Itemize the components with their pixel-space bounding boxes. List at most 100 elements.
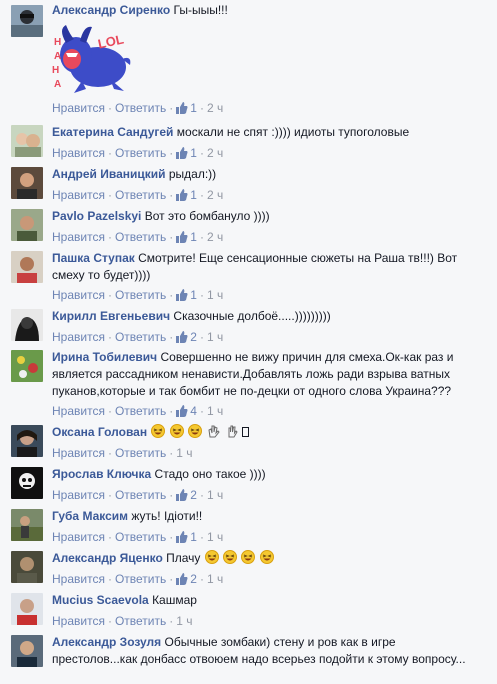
comment-time[interactable]: 1 ч — [207, 288, 223, 302]
laughing-emoji-icon — [188, 424, 203, 438]
comment-time[interactable]: 1 ч — [207, 530, 223, 544]
reply-link[interactable]: Ответить — [115, 146, 166, 160]
like-link[interactable]: Нравится — [52, 188, 105, 202]
avatar[interactable] — [11, 167, 43, 199]
comment-time[interactable]: 1 ч — [207, 330, 223, 344]
comment-time[interactable]: 1 ч — [207, 488, 223, 502]
avatar[interactable] — [11, 125, 43, 157]
like-link[interactable]: Нравится — [52, 230, 105, 244]
thumbs-up-icon[interactable] — [176, 147, 188, 159]
like-link[interactable]: Нравится — [52, 330, 105, 344]
like-link[interactable]: Нравится — [52, 404, 105, 418]
thumbs-up-icon[interactable] — [176, 289, 188, 301]
thumbs-up-icon[interactable] — [176, 102, 188, 114]
reply-link[interactable]: Ответить — [115, 101, 166, 115]
comment-author[interactable]: Mucius Scaevola — [52, 593, 149, 607]
comment-author[interactable]: Оксана Голован — [52, 425, 147, 439]
avatar[interactable] — [11, 251, 43, 283]
avatar[interactable] — [11, 209, 43, 241]
reply-link[interactable]: Ответить — [115, 530, 166, 544]
thumbs-up-icon[interactable] — [176, 573, 188, 585]
like-count[interactable]: 2 — [190, 330, 197, 344]
like-link[interactable]: Нравится — [52, 530, 105, 544]
like-count[interactable]: 2 — [190, 572, 197, 586]
svg-text:H: H — [52, 65, 59, 76]
like-count[interactable]: 2 — [190, 488, 197, 502]
like-link[interactable]: Нравится — [52, 488, 105, 502]
comment-time[interactable]: 2 ч — [207, 188, 223, 202]
lol-sticker: H A H A LOL — [52, 19, 134, 97]
like-link[interactable]: Нравится — [52, 101, 105, 115]
reply-link[interactable]: Ответить — [115, 288, 166, 302]
like-link[interactable]: Нравится — [52, 614, 105, 628]
like-count[interactable]: 1 — [190, 230, 197, 244]
reply-link[interactable]: Ответить — [115, 572, 166, 586]
comment-text: жуть! Ідіоти!! — [131, 509, 203, 523]
reply-link[interactable]: Ответить — [115, 404, 166, 418]
svg-text:A: A — [54, 79, 61, 90]
thumbs-up-icon[interactable] — [176, 331, 188, 343]
comment-author[interactable]: Андрей Иваницкий — [52, 167, 166, 181]
reply-link[interactable]: Ответить — [115, 188, 166, 202]
reply-link[interactable]: Ответить — [115, 614, 166, 628]
like-link[interactable]: Нравится — [52, 288, 105, 302]
comment-author[interactable]: Pavlo Pazelskyi — [52, 209, 141, 223]
like-link[interactable]: Нравится — [52, 572, 105, 586]
raised-hand-icon — [228, 425, 238, 438]
comment-actions: Нравится · Ответить · 1 · 1 ч — [52, 288, 224, 302]
like-link[interactable]: Нравится — [52, 146, 105, 160]
reply-link[interactable]: Ответить — [115, 446, 166, 460]
comment-actions: Нравится · Ответить · 1 ч — [52, 446, 193, 460]
svg-text:A: A — [54, 51, 61, 62]
comment-time[interactable]: 2 ч — [207, 101, 223, 115]
reply-link[interactable]: Ответить — [115, 230, 166, 244]
avatar[interactable] — [11, 350, 43, 382]
comment-time[interactable]: 1 ч — [176, 446, 192, 460]
comment-actions: Нравится · Ответить · 1 · 2 ч — [52, 146, 224, 160]
comment-author[interactable]: Кирилл Евгеньевич — [52, 309, 170, 323]
comment-author[interactable]: Ирина Тобилевич — [52, 350, 157, 364]
laughing-emoji-icon — [223, 550, 238, 564]
avatar[interactable] — [11, 635, 43, 667]
laughing-emoji-icon — [241, 550, 256, 564]
comment-time[interactable]: 2 ч — [207, 146, 223, 160]
avatar[interactable] — [11, 425, 43, 457]
comment-time[interactable]: 1 ч — [207, 404, 223, 418]
comment-actions: Нравится · Ответить · 2 · 1 ч — [52, 330, 224, 344]
avatar[interactable] — [11, 5, 43, 37]
comment-author[interactable]: Губа Максим — [52, 509, 128, 523]
comment-author[interactable]: Александр Яценко — [52, 551, 163, 565]
comment-time[interactable]: 1 ч — [176, 614, 192, 628]
comment-author[interactable]: Екатерина Сандугей — [52, 125, 173, 139]
comment-text: Сказочные долбоё.....))))))))) — [173, 309, 331, 323]
thumbs-up-icon[interactable] — [176, 189, 188, 201]
thumbs-up-icon[interactable] — [176, 405, 188, 417]
avatar[interactable] — [11, 551, 43, 583]
like-count[interactable]: 1 — [190, 188, 197, 202]
thumbs-up-icon[interactable] — [176, 489, 188, 501]
comment-author[interactable]: Пашка Ступак — [52, 251, 135, 265]
avatar[interactable] — [11, 593, 43, 625]
thumbs-up-icon[interactable] — [176, 231, 188, 243]
avatar[interactable] — [11, 467, 43, 499]
thumbs-up-icon[interactable] — [176, 531, 188, 543]
svg-text:H: H — [54, 37, 61, 48]
comment-actions: Нравится · Ответить · 2 · 1 ч — [52, 488, 224, 502]
comment-time[interactable]: 1 ч — [207, 572, 223, 586]
comment-author[interactable]: Ярослав Ключка — [52, 467, 151, 481]
avatar[interactable] — [11, 309, 43, 341]
like-link[interactable]: Нравится — [52, 446, 105, 460]
like-count[interactable]: 1 — [190, 288, 197, 302]
reply-link[interactable]: Ответить — [115, 330, 166, 344]
comment-time[interactable]: 2 ч — [207, 230, 223, 244]
like-count[interactable]: 4 — [190, 404, 197, 418]
like-count[interactable]: 1 — [190, 530, 197, 544]
comment-text: Плачу — [166, 551, 201, 565]
like-count[interactable]: 1 — [190, 101, 197, 115]
avatar[interactable] — [11, 509, 43, 541]
like-count[interactable]: 1 — [190, 146, 197, 160]
comment-actions: Нравится · Ответить · 1 · 2 ч — [52, 101, 224, 115]
comment-author[interactable]: Александр Зозуля — [52, 635, 161, 649]
reply-link[interactable]: Ответить — [115, 488, 166, 502]
comment-author[interactable]: Александр Сиренко — [52, 3, 170, 17]
